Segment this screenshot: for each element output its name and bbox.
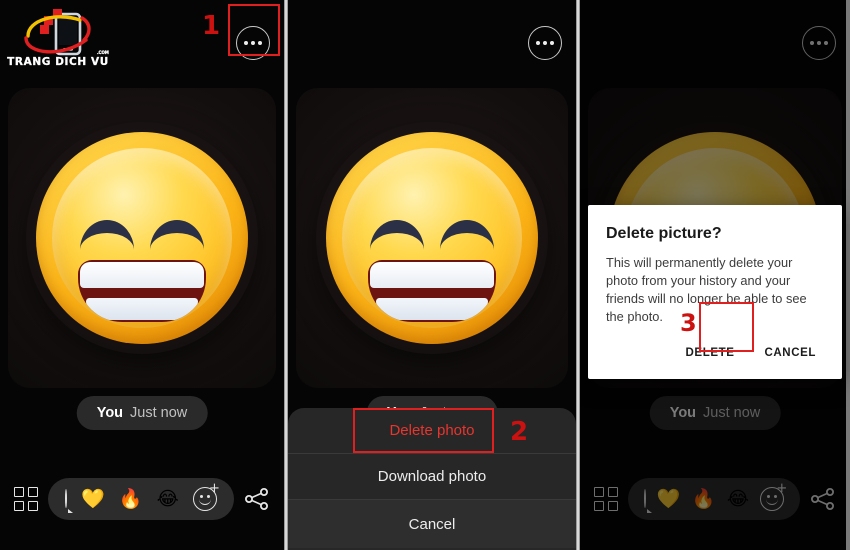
phone-screen-step-1: TRANG DICH VU .COM You Just now 💛 🔥 😂 + … xyxy=(0,0,284,550)
dialog-title: Delete picture? xyxy=(606,225,722,242)
dot xyxy=(244,41,248,45)
photo-preview-card[interactable] xyxy=(296,88,568,388)
author-pill: You Just now xyxy=(76,396,208,430)
dialog-actions: DELETE CANCEL xyxy=(606,341,824,371)
grinning-face-with-smiling-eyes-emoji xyxy=(316,122,548,354)
phone-screen-step-3: You Just now 💛 🔥 😂 + xyxy=(580,0,850,550)
annotation-number-3: 3 xyxy=(680,309,697,337)
screenshot-stage: TRANG DICH VU .COM You Just now 💛 🔥 😂 + … xyxy=(0,0,850,550)
reaction-bar: 💛 🔥 😂 + xyxy=(48,478,234,520)
dialog-body: This will permanently delete your photo … xyxy=(606,255,807,325)
download-photo-option[interactable]: Download photo xyxy=(288,454,576,500)
author-timestamp: Just now xyxy=(130,405,188,421)
grinning-face-with-smiling-eyes-emoji xyxy=(26,122,258,354)
yellow-heart-reaction[interactable]: 💛 xyxy=(81,489,105,509)
top-bar-step-2 xyxy=(288,0,576,86)
grid-view-icon[interactable] xyxy=(14,487,38,511)
photo-preview-card[interactable] xyxy=(8,88,276,388)
watermark-superscript: .COM xyxy=(97,50,109,55)
dialog-cancel-button[interactable]: CANCEL xyxy=(756,341,824,365)
cancel-option[interactable]: Cancel xyxy=(288,500,576,548)
phone-screen-step-2: You Just now Delete photo Download photo… xyxy=(288,0,576,550)
watermark-logo: TRANG DICH VU .COM xyxy=(7,6,109,80)
photo-options-bottom-sheet: Delete photo Download photo Cancel xyxy=(288,408,576,550)
joy-reaction[interactable]: 😂 xyxy=(157,489,179,509)
dialog-delete-button[interactable]: DELETE xyxy=(678,341,743,365)
add-reaction-icon[interactable]: + xyxy=(192,482,220,511)
more-options-icon[interactable] xyxy=(528,26,562,60)
mobile-phone-logo-icon xyxy=(22,6,94,60)
more-options-icon[interactable] xyxy=(236,26,270,60)
comment-bubble-icon[interactable] xyxy=(65,489,68,508)
watermark-label: TRANG DICH VU .COM xyxy=(7,50,109,68)
dot xyxy=(251,41,255,45)
annotation-number-2: 2 xyxy=(510,417,529,447)
delete-photo-option[interactable]: Delete photo xyxy=(288,408,576,454)
share-icon[interactable] xyxy=(244,487,270,511)
dot xyxy=(258,41,262,45)
bottom-action-bar: 💛 🔥 😂 + xyxy=(0,476,284,522)
annotation-number-1: 1 xyxy=(202,11,221,41)
fire-reaction[interactable]: 🔥 xyxy=(119,489,143,509)
author-name: You xyxy=(96,405,124,421)
delete-confirmation-dialog: Delete picture? This will permanently de… xyxy=(588,205,842,379)
